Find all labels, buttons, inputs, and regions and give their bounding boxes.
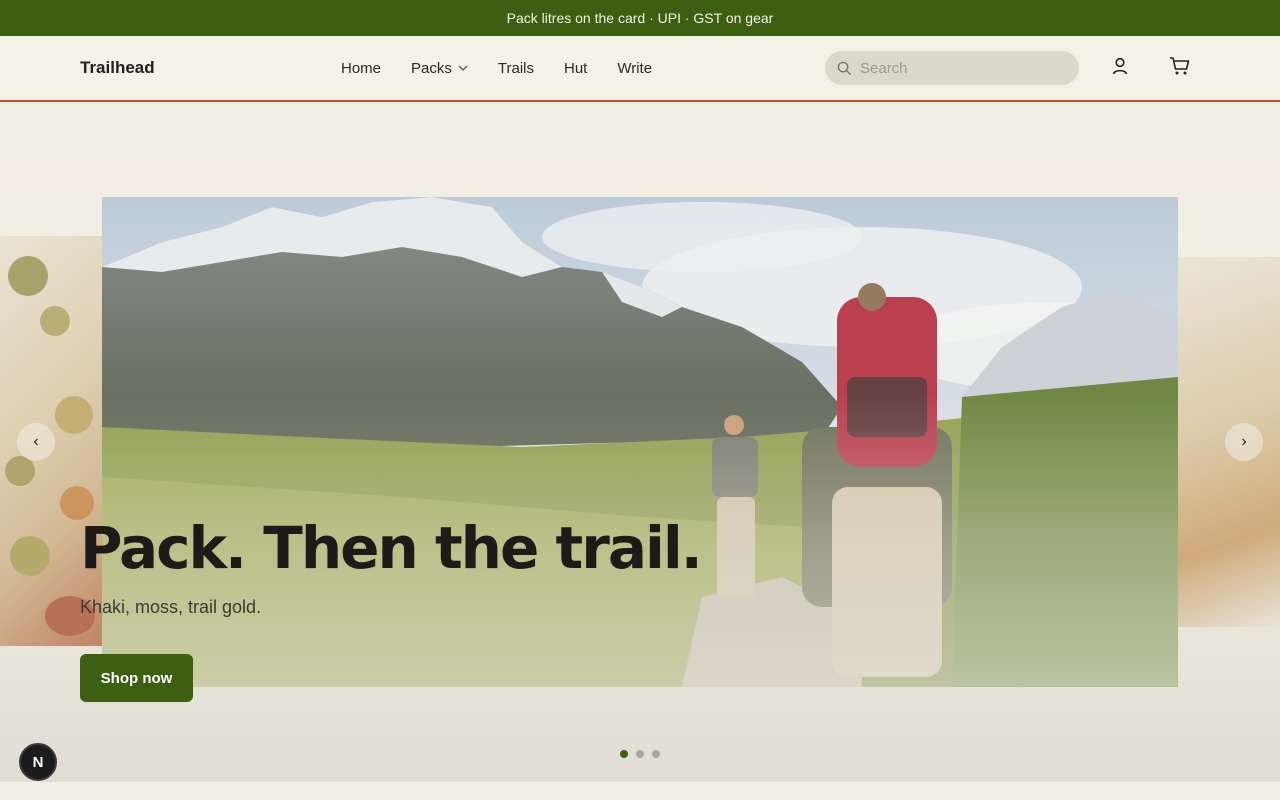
hero-image <box>102 197 1178 687</box>
announcement-bar: Pack litres on the card · UPI · GST on g… <box>0 0 1280 36</box>
search-icon <box>837 61 852 75</box>
search-input[interactable] <box>860 59 1060 77</box>
hero-carousel: ‹ › Pack. Then the trail. Khaki, moss, t… <box>0 102 1280 782</box>
carousel-dot[interactable] <box>652 750 660 758</box>
nav-item-label: Write <box>617 59 653 77</box>
nav-item-label: Trails <box>497 59 534 77</box>
nav-item-hut[interactable]: Hut <box>564 60 587 77</box>
hero-headline: Pack. Then the trail. <box>80 514 703 582</box>
chevron-right-icon: › <box>1241 433 1247 450</box>
cart-icon[interactable] <box>1169 56 1191 76</box>
main-nav: Home Packs Trails Hut Write <box>341 60 652 77</box>
nav-item-label: Hut <box>563 59 588 77</box>
nav-item-label: Home <box>341 59 382 77</box>
nav-item-home[interactable]: Home <box>341 60 381 77</box>
carousel-dot[interactable] <box>636 750 644 758</box>
brand-logo[interactable]: Trailhead <box>80 58 155 78</box>
nav-item-label: Packs <box>411 59 452 77</box>
shop-now-button[interactable]: Shop now <box>80 654 193 702</box>
carousel-next-button[interactable]: › <box>1225 423 1263 461</box>
dev-tools-badge[interactable]: N <box>19 743 57 781</box>
nav-item-trails[interactable]: Trails <box>498 60 534 77</box>
page-bottom <box>0 782 1280 800</box>
search-box <box>825 51 1079 85</box>
carousel-dots <box>620 750 660 758</box>
nav-item-packs[interactable]: Packs <box>411 60 468 77</box>
announcement-text: Pack litres on the card · UPI · GST on g… <box>506 10 774 26</box>
user-icon[interactable] <box>1110 56 1130 76</box>
carousel-dot[interactable] <box>620 750 628 758</box>
chevron-down-icon <box>458 65 468 71</box>
chevron-left-icon: ‹ <box>33 433 39 450</box>
nav-item-write[interactable]: Write <box>617 60 652 77</box>
carousel-prev-button[interactable]: ‹ <box>17 423 55 461</box>
site-header: Trailhead Home Packs Trails Hut Write <box>0 36 1280 102</box>
hero-subline: Khaki, moss, trail gold. <box>80 597 262 617</box>
